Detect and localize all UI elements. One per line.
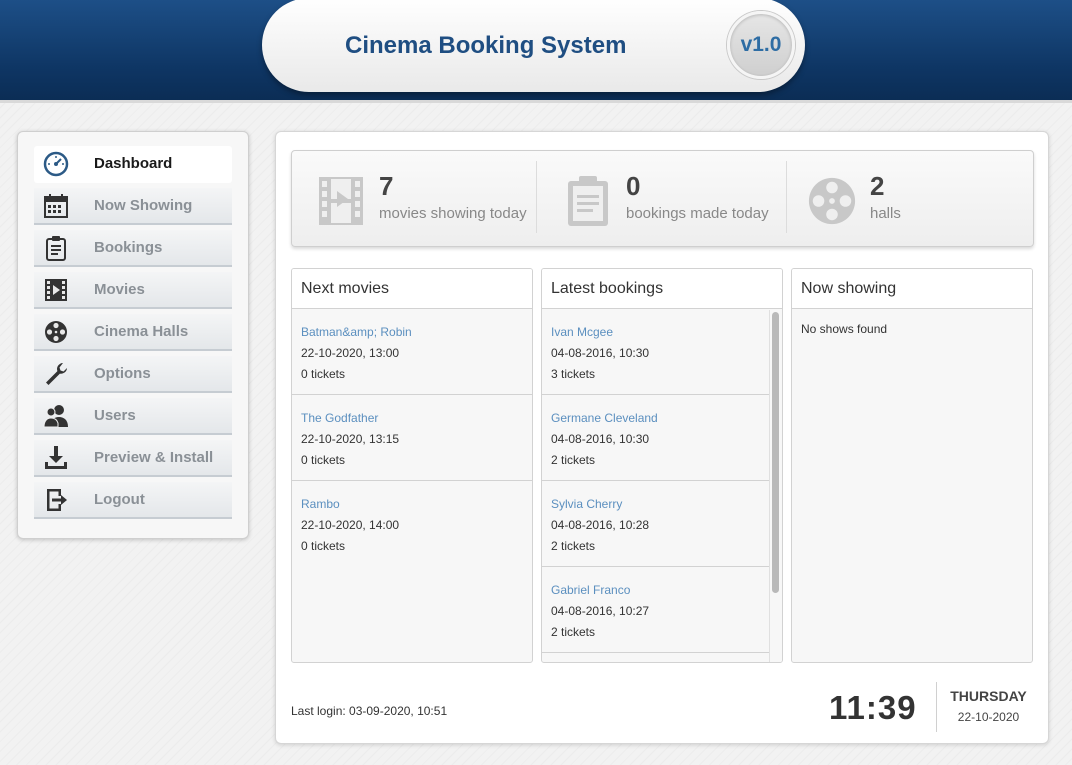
booking-tickets: 2 tickets	[551, 539, 596, 553]
stats-bar: 7 movies showing today 0 bookings made t…	[291, 150, 1034, 247]
sidebar-item-logout[interactable]: Logout	[34, 482, 232, 519]
sidebar-item-now-showing[interactable]: Now Showing	[34, 188, 232, 225]
booking-link[interactable]: Gabriel Franco	[551, 580, 760, 601]
booking-link[interactable]: Ivan Mcgee	[551, 322, 760, 343]
sidebar-item-label: Bookings	[94, 239, 163, 256]
film-reel-icon	[807, 175, 857, 227]
stat-halls: 2 halls	[807, 161, 901, 233]
clipboard-icon	[34, 235, 78, 261]
stat-divider	[536, 161, 537, 233]
sidebar-item-label: Movies	[94, 281, 145, 298]
last-login-text: Last login: 03-09-2020, 10:51	[291, 704, 448, 718]
sidebar-item-label: Options	[94, 365, 151, 382]
list-item: Germane Cleveland 04-08-2016, 10:30 2 ti…	[542, 395, 769, 481]
stat-bookings-today: 0 bookings made today	[563, 161, 769, 233]
movie-tickets: 0 tickets	[301, 539, 346, 553]
logout-icon	[34, 487, 78, 513]
film-reel-icon	[34, 319, 78, 345]
movie-link[interactable]: Rambo	[301, 494, 523, 515]
booking-datetime: 04-08-2016, 10:27	[551, 604, 650, 618]
booking-datetime: 04-08-2016, 10:30	[551, 432, 650, 446]
sidebar-item-label: Logout	[94, 491, 145, 508]
stat-label: movies showing today	[379, 205, 527, 222]
calendar-icon	[34, 193, 78, 219]
list-item: Batman&amp; Robin 22-10-2020, 13:00 0 ti…	[292, 309, 532, 395]
download-icon	[34, 445, 78, 471]
sidebar-item-options[interactable]: Options	[34, 356, 232, 393]
version-badge: v1.0	[727, 11, 795, 79]
booking-datetime: 04-08-2016, 10:30	[551, 346, 650, 360]
sidebar-item-users[interactable]: Users	[34, 398, 232, 435]
film-icon	[34, 277, 78, 303]
users-icon	[34, 403, 78, 429]
booking-tickets: 2 tickets	[551, 625, 596, 639]
sidebar-item-cinema-halls[interactable]: Cinema Halls	[34, 314, 232, 351]
stat-label: bookings made today	[626, 205, 769, 222]
sidebar-item-movies[interactable]: Movies	[34, 272, 232, 309]
list-item: Rambo 22-10-2020, 14:00 0 tickets	[292, 481, 532, 567]
sidebar-nav: Dashboard Now Showing Bookings Movies Ci…	[17, 131, 249, 539]
movie-link[interactable]: Batman&amp; Robin	[301, 322, 523, 343]
film-icon	[316, 175, 366, 227]
sidebar-item-bookings[interactable]: Bookings	[34, 230, 232, 267]
clock-day: THURSDAY	[950, 688, 1027, 704]
stat-movies-today: 7 movies showing today	[316, 161, 527, 233]
movie-link[interactable]: The Godfather	[301, 408, 523, 429]
booking-link[interactable]: Germane Cleveland	[551, 408, 760, 429]
title-pill: Cinema Booking System v1.0	[262, 0, 805, 92]
booking-tickets: 2 tickets	[551, 453, 596, 467]
sidebar-item-label: Dashboard	[94, 155, 173, 172]
stat-divider	[786, 161, 787, 233]
sidebar-item-preview-install[interactable]: Preview & Install	[34, 440, 232, 477]
app-title: Cinema Booking System	[345, 32, 627, 59]
next-movies-panel: Next movies Batman&amp; Robin 22-10-2020…	[291, 268, 533, 663]
scrollbar-thumb[interactable]	[772, 312, 779, 593]
clock-date: 22-10-2020	[957, 710, 1020, 724]
panel-title: Next movies	[292, 269, 532, 309]
list-item: The Godfather 22-10-2020, 13:15 0 ticket…	[292, 395, 532, 481]
list-item: Ivan Mcgee 04-08-2016, 10:30 3 tickets	[542, 309, 769, 395]
sidebar-item-label: Preview & Install	[94, 449, 214, 466]
movie-tickets: 0 tickets	[301, 453, 346, 467]
stat-label: halls	[870, 205, 901, 222]
stat-value: 7	[379, 171, 394, 201]
sidebar-item-label: Now Showing	[94, 197, 193, 214]
sidebar-item-label: Cinema Halls	[94, 323, 189, 340]
empty-message: No shows found	[801, 322, 888, 336]
movie-datetime: 22-10-2020, 14:00	[301, 518, 400, 532]
stat-value: 0	[626, 171, 641, 201]
now-showing-panel: Now showing No shows found	[791, 268, 1033, 663]
clipboard-icon	[563, 175, 613, 227]
wrench-icon	[34, 361, 78, 387]
movie-datetime: 22-10-2020, 13:15	[301, 432, 400, 446]
clock-divider	[936, 682, 937, 732]
sidebar-item-dashboard[interactable]: Dashboard	[34, 146, 232, 183]
dashboard-gauge-icon	[34, 151, 78, 177]
booking-tickets: 3 tickets	[551, 367, 596, 381]
list-item: Sylvia Cherry 04-08-2016, 10:28 2 ticket…	[542, 481, 769, 567]
panel-title: Latest bookings	[542, 269, 782, 309]
booking-link[interactable]: Sylvia Cherry	[551, 494, 760, 515]
sidebar-item-label: Users	[94, 407, 136, 424]
booking-datetime: 04-08-2016, 10:28	[551, 518, 650, 532]
dashboard-main: 7 movies showing today 0 bookings made t…	[275, 131, 1049, 744]
movie-tickets: 0 tickets	[301, 367, 346, 381]
stat-value: 2	[870, 171, 885, 201]
app-header: Cinema Booking System v1.0	[0, 0, 1072, 103]
bookings-list: Ivan Mcgee 04-08-2016, 10:30 3 tickets G…	[542, 309, 769, 653]
movie-datetime: 22-10-2020, 13:00	[301, 346, 400, 360]
list-item: Gabriel Franco 04-08-2016, 10:27 2 ticke…	[542, 567, 769, 653]
clock-time: 11:39	[829, 689, 917, 726]
panel-title: Now showing	[792, 269, 1032, 309]
latest-bookings-panel: Latest bookings Ivan Mcgee 04-08-2016, 1…	[541, 268, 783, 663]
